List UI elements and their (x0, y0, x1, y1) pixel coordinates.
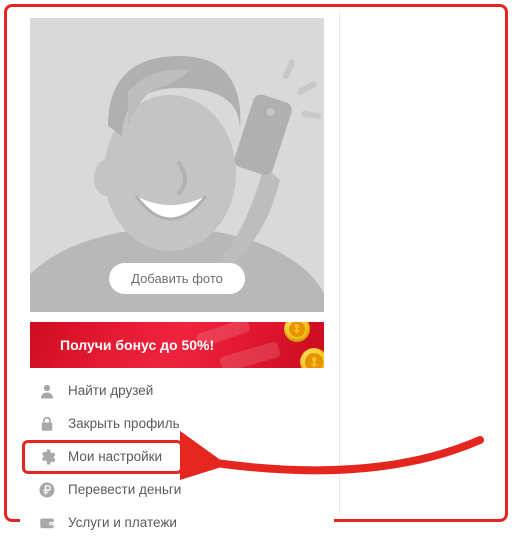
menu-item-label: Перевести деньги (68, 482, 181, 497)
person-icon (38, 382, 56, 400)
menu-item-transfer-money[interactable]: Перевести деньги (30, 473, 324, 506)
menu-item-close-profile[interactable]: Закрыть профиль (30, 407, 324, 440)
wallet-icon (38, 514, 56, 532)
menu-item-label: Закрыть профиль (68, 416, 180, 431)
menu-item-payments[interactable]: Услуги и платежи (30, 506, 324, 539)
profile-sidebar: Добавить фото Получи бонус до 50%! Найти… (20, 12, 334, 539)
sidebar-menu: Найти друзей Закрыть профиль Мои настрой… (20, 374, 334, 539)
menu-item-find-friends[interactable]: Найти друзей (30, 374, 324, 407)
menu-item-settings[interactable]: Мои настройки (30, 440, 324, 473)
menu-item-label: Найти друзей (68, 383, 153, 398)
lock-icon (38, 415, 56, 433)
bonus-banner[interactable]: Получи бонус до 50%! (30, 322, 324, 368)
menu-item-label: Мои настройки (68, 449, 162, 464)
ruble-icon (38, 481, 56, 499)
bonus-text: Получи бонус до 50%! (60, 337, 214, 353)
add-photo-button[interactable]: Добавить фото (109, 263, 245, 294)
menu-item-label: Услуги и платежи (68, 515, 177, 530)
coin-icon (284, 322, 310, 342)
vertical-divider (339, 12, 340, 514)
coin-icon (300, 348, 324, 368)
avatar-placeholder[interactable]: Добавить фото (30, 18, 324, 312)
gear-icon (38, 448, 56, 466)
add-photo-label: Добавить фото (131, 271, 223, 286)
